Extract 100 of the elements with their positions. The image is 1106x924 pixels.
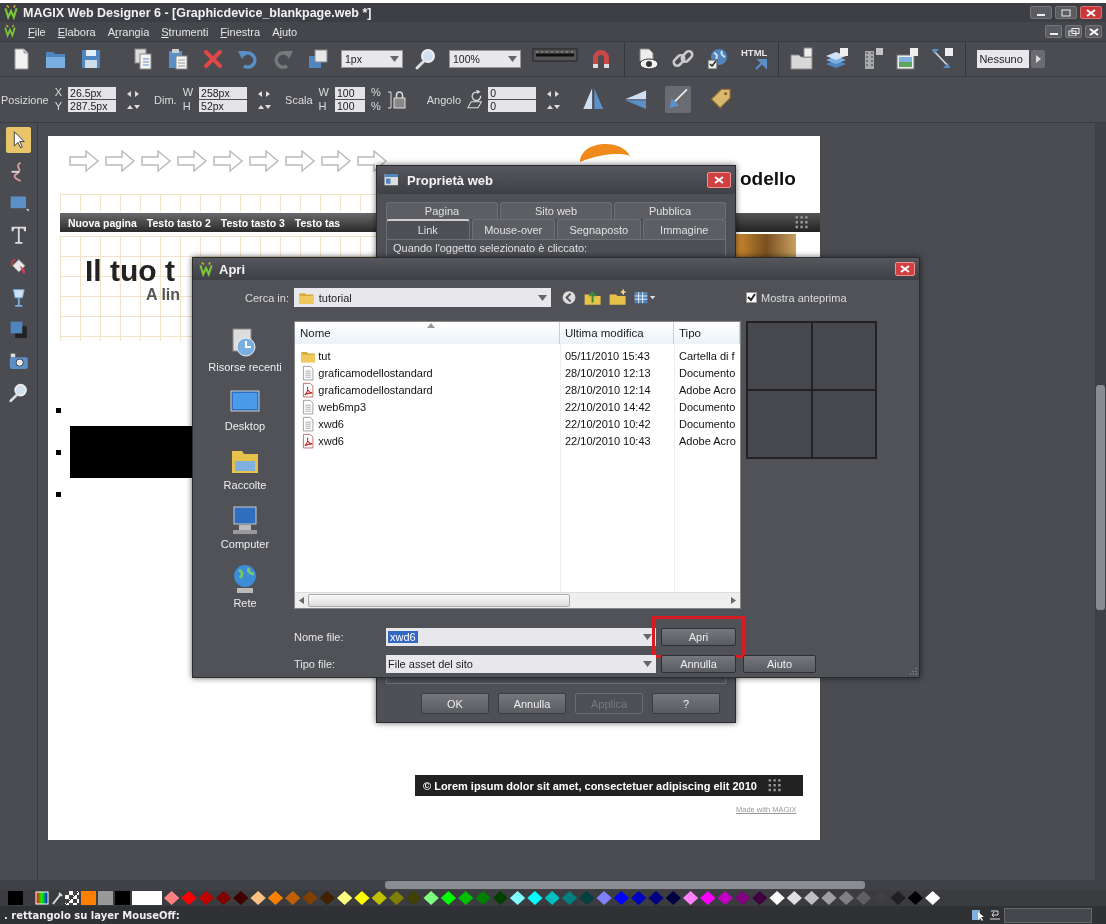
close-button[interactable] — [895, 262, 915, 276]
close-button[interactable] — [1085, 25, 1102, 38]
input-field[interactable]: 52px — [199, 100, 248, 112]
color-swatch[interactable] — [821, 891, 837, 905]
pointer-icon[interactable] — [972, 909, 986, 921]
input-field[interactable]: 100 — [334, 87, 365, 99]
tab[interactable]: Sito web — [500, 202, 612, 219]
file-name[interactable]: graficamodellostandard — [318, 366, 433, 379]
file-name[interactable]: tut — [318, 349, 331, 362]
color-swatch[interactable] — [132, 891, 162, 905]
restore-button[interactable] — [1065, 25, 1082, 38]
scroll-thumb[interactable] — [385, 881, 865, 889]
dialog-button[interactable]: OK — [421, 693, 489, 714]
place-shortcut[interactable]: Raccolte — [223, 439, 267, 499]
column-header[interactable]: Nome — [295, 322, 560, 345]
input-field[interactable]: 0 — [488, 87, 537, 99]
color-picker-icon[interactable] — [35, 891, 49, 905]
close-button[interactable] — [1080, 6, 1102, 19]
color-swatch[interactable] — [527, 891, 543, 905]
color-swatch[interactable] — [596, 891, 612, 905]
folder-dropdown[interactable]: tutorial — [294, 288, 551, 308]
input-field[interactable]: 0 — [488, 100, 537, 112]
color-swatch[interactable] — [250, 891, 266, 905]
menu-item[interactable]: Strumenti — [161, 25, 209, 38]
color-swatch[interactable] — [613, 891, 629, 905]
dialog-button[interactable]: ? — [652, 693, 720, 714]
scroll-right-icon[interactable] — [731, 597, 736, 605]
double-arrow-icon[interactable] — [930, 47, 955, 71]
color-swatch[interactable] — [786, 891, 802, 905]
color-swatch[interactable] — [475, 891, 491, 905]
selection-handle[interactable] — [56, 408, 61, 413]
color-swatch[interactable] — [164, 891, 180, 905]
close-button[interactable] — [707, 172, 731, 188]
color-swatch[interactable] — [579, 891, 595, 905]
color-swatch[interactable] — [354, 891, 370, 905]
minimize-button[interactable] — [1030, 6, 1052, 19]
place-shortcut[interactable]: Risorse recenti — [208, 321, 282, 381]
paste-icon[interactable] — [166, 47, 190, 71]
place-shortcut[interactable]: Computer — [220, 498, 270, 558]
color-swatch[interactable] — [371, 891, 387, 905]
dialog-button[interactable]: Apri — [661, 628, 736, 647]
new-folder-icon[interactable] — [608, 288, 628, 308]
file-name-field[interactable]: xwd6 — [386, 628, 656, 647]
no-color-icon[interactable] — [65, 891, 79, 905]
dropdown[interactable]: 100% — [449, 50, 521, 68]
pointer-icon[interactable] — [5, 127, 32, 153]
vertical-scrollbar[interactable] — [1095, 123, 1106, 880]
minimize-button[interactable] — [1045, 25, 1062, 38]
dialog-button[interactable]: Annulla — [661, 654, 736, 673]
color-swatch[interactable] — [458, 891, 474, 905]
color-swatch[interactable] — [98, 891, 113, 905]
file-name[interactable]: xwd6 — [318, 417, 344, 430]
color-swatch[interactable] — [544, 891, 560, 905]
color-swatch[interactable] — [752, 891, 768, 905]
page-eye-icon[interactable] — [636, 47, 660, 71]
menu-item[interactable]: Elabora — [57, 25, 96, 38]
scroll-thumb[interactable] — [1096, 385, 1105, 610]
folder-page-icon[interactable] — [790, 47, 815, 71]
maximize-button[interactable] — [1055, 6, 1077, 19]
color-swatch[interactable] — [406, 891, 422, 905]
tab[interactable]: Segnaposto — [557, 219, 641, 239]
color-swatch[interactable] — [233, 891, 249, 905]
resize-grip-icon[interactable] — [908, 666, 917, 675]
color-swatch[interactable] — [769, 891, 785, 905]
file-type-dropdown[interactable]: File asset del sito — [386, 654, 656, 673]
place-shortcut[interactable]: Rete — [229, 557, 261, 617]
folder-up-icon[interactable] — [583, 288, 603, 308]
tab[interactable]: Mouse-over — [471, 219, 555, 239]
color-swatch[interactable] — [717, 891, 733, 905]
color-swatch[interactable] — [648, 891, 664, 905]
input-field[interactable]: 258px — [199, 87, 248, 99]
eyedropper-icon[interactable] — [51, 891, 63, 905]
input-field[interactable]: 100 — [334, 100, 365, 112]
file-name[interactable]: xwd6 — [318, 434, 344, 447]
play-icon[interactable] — [1031, 47, 1046, 71]
html-export-button[interactable]: HTML — [741, 48, 768, 70]
color-swatch[interactable] — [423, 891, 439, 905]
color-swatch[interactable] — [198, 891, 214, 905]
selection-handle[interactable] — [56, 492, 61, 497]
color-swatch[interactable] — [631, 891, 647, 905]
color-swatch[interactable] — [700, 891, 716, 905]
dialog-button[interactable]: Aiuto — [743, 654, 816, 673]
place-shortcut[interactable]: Desktop — [224, 380, 266, 440]
tab[interactable]: Pubblica — [614, 202, 726, 219]
color-swatch[interactable] — [115, 891, 130, 905]
color-swatch[interactable] — [8, 891, 23, 905]
dialog-button[interactable]: Annulla — [498, 693, 566, 714]
tab[interactable]: Link — [386, 219, 470, 239]
column-header[interactable]: Ultima modifica — [560, 322, 674, 345]
color-swatch[interactable] — [925, 891, 941, 905]
color-swatch[interactable] — [319, 891, 335, 905]
scroll-thumb[interactable] — [308, 594, 570, 608]
layers-icon[interactable] — [825, 47, 850, 71]
color-swatch[interactable] — [492, 891, 508, 905]
menu-item[interactable]: Arrangia — [107, 25, 150, 38]
horizontal-scrollbar[interactable] — [0, 880, 1106, 890]
input-field[interactable]: 287.5px — [68, 100, 117, 112]
file-list[interactable] — [294, 321, 741, 610]
menu-item[interactable]: Aiuto — [272, 25, 298, 38]
dropdown[interactable]: 1px — [341, 50, 403, 68]
